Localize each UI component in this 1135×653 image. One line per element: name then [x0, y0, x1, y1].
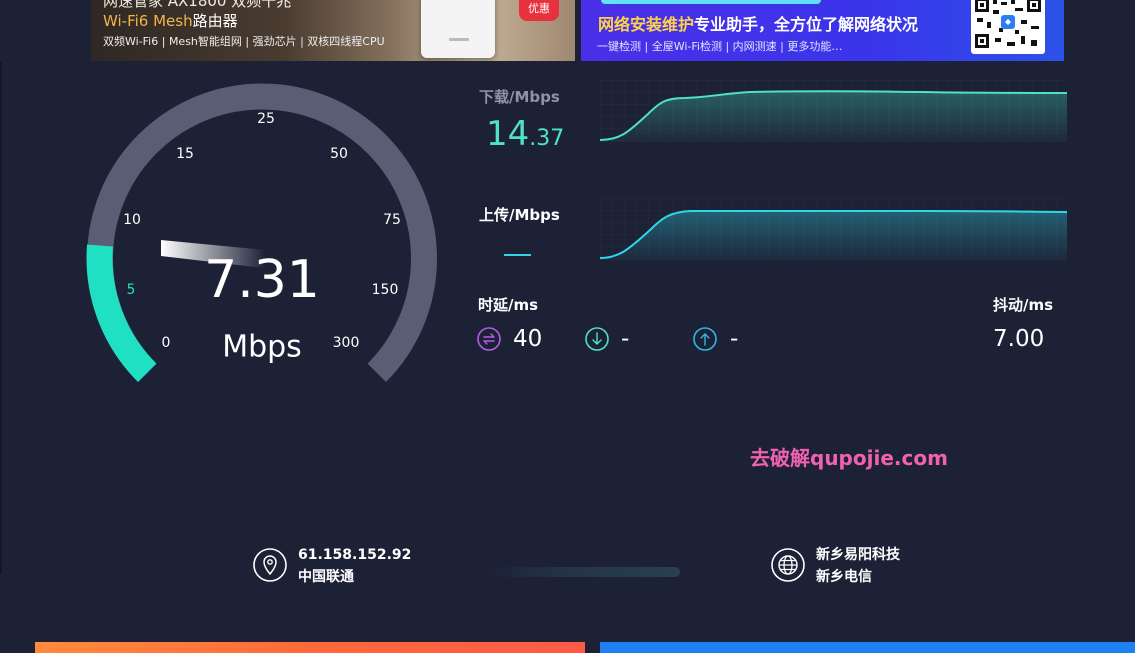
node-name: 新乡易阳科技	[816, 547, 900, 563]
banner-line2: Wi-Fi6 Mesh路由器	[103, 12, 238, 30]
client-ip: 61.158.152.92	[298, 547, 412, 563]
globe-icon	[771, 548, 805, 582]
download-latency-value: -	[621, 326, 630, 352]
ping-swap-icon	[477, 327, 501, 351]
banner-features: 一键检测 | 全屋Wi-Fi检测 | 内网测速 | 更多功能…	[597, 40, 843, 53]
page-edge	[0, 62, 2, 574]
upload-speed-chart	[599, 198, 1068, 260]
client-isp: 中国联通	[298, 569, 354, 585]
gauge-tick-50: 50	[330, 146, 348, 162]
client-info: 61.158.152.92 中国联通	[298, 544, 411, 588]
router-image	[421, 0, 495, 58]
node-carrier: 新乡电信	[816, 569, 872, 585]
ping-value: 40	[513, 326, 543, 352]
jitter-value: 7.00	[993, 326, 1045, 352]
upload-area	[600, 211, 1067, 260]
connection-line	[489, 567, 680, 577]
bottom-promo-banner-right[interactable]	[600, 642, 1135, 653]
upload-label: 上传/Mbps	[479, 206, 560, 224]
download-label: 下载/Mbps	[479, 88, 560, 106]
location-pin-icon	[253, 548, 287, 582]
upload-value-placeholder	[504, 254, 531, 256]
gauge-tick-15: 15	[176, 146, 194, 162]
gauge-tick-150: 150	[371, 282, 399, 298]
gauge-tick-300: 300	[332, 335, 360, 351]
gauge-tick-25: 25	[257, 111, 275, 127]
gauge-tick-0: 0	[161, 335, 171, 351]
server-node-info: 新乡易阳科技 新乡电信	[816, 544, 900, 588]
current-speed-value: 7.31	[204, 250, 320, 310]
upload-latency-value: -	[730, 326, 739, 352]
jitter-label: 抖动/ms	[993, 296, 1054, 314]
qr-code-icon	[971, 0, 1045, 54]
banner-title: 网络安装维护专业助手，全方位了解网络状况	[598, 15, 919, 34]
arrow-up-icon	[693, 327, 717, 351]
gauge-tick-10: 10	[123, 212, 141, 228]
banner-decor-bar	[601, 0, 821, 4]
banner-features: 双频Wi-Fi6 | Mesh智能组网 | 强劲芯片 | 双核四线程CPU	[103, 35, 385, 48]
current-speed-unit: Mbps	[222, 329, 302, 365]
gauge-tick-75: 75	[383, 212, 401, 228]
promo-banner-assistant[interactable]: 网络安装维护专业助手，全方位了解网络状况 一键检测 | 全屋Wi-Fi检测 | …	[581, 0, 1064, 61]
arrow-down-icon	[585, 327, 609, 351]
latency-label: 时延/ms	[478, 296, 539, 314]
gauge-progress	[86, 244, 157, 383]
watermark-text: 去破解qupojie.com	[750, 446, 948, 470]
gauge-tick-5: 5	[126, 282, 136, 298]
discount-tag: 优惠	[519, 0, 559, 21]
promo-banner-router[interactable]: 网速管家 AX1800 双频千兆 Wi-Fi6 Mesh路由器 双频Wi-Fi6…	[91, 0, 575, 61]
bottom-promo-banner-left[interactable]	[35, 642, 585, 653]
download-value: 14.37	[486, 114, 565, 154]
download-speed-chart	[599, 80, 1068, 142]
